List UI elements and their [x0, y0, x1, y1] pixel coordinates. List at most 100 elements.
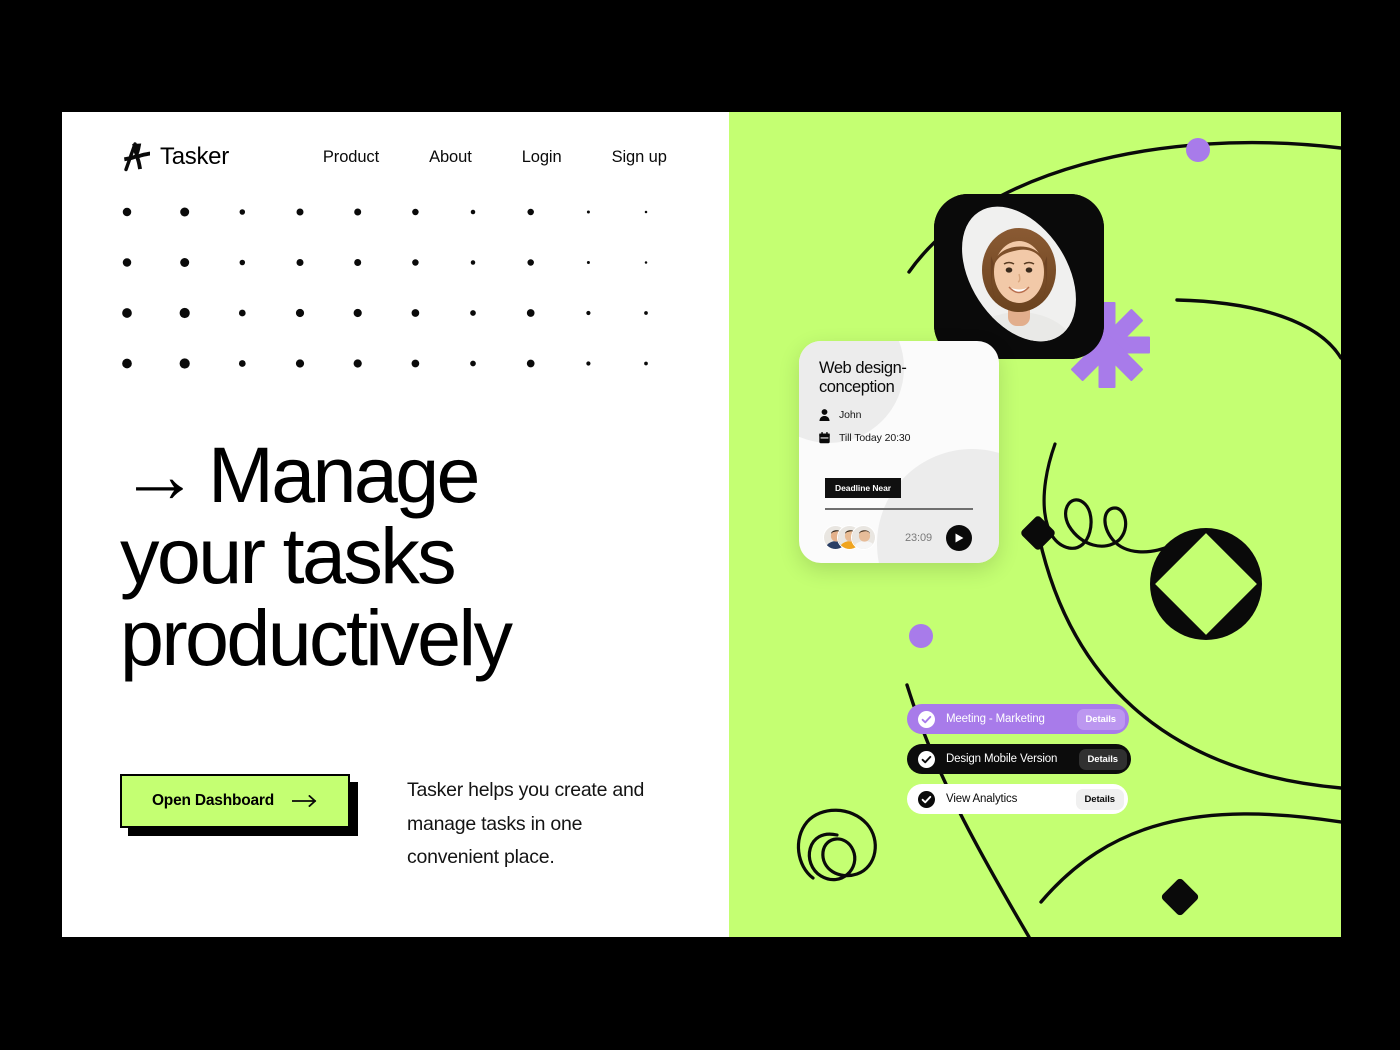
grid-dot	[238, 360, 246, 367]
black-diamond-node-lower	[1161, 878, 1199, 916]
task-list: Meeting - Marketing Details Design Mobil…	[907, 704, 1133, 824]
dot-grid-decoration	[122, 207, 648, 369]
grid-dot	[179, 358, 190, 369]
grid-dot	[295, 308, 305, 318]
cta-label: Open Dashboard	[151, 792, 275, 809]
grid-dot	[586, 310, 591, 316]
grid-dot	[586, 261, 590, 264]
grid-dot	[411, 309, 420, 317]
grid-dot	[526, 359, 535, 368]
details-button[interactable]: Details	[1075, 788, 1124, 810]
task-card-title: Web design- conception	[819, 359, 979, 398]
task-due-date: Till Today 20:30	[839, 431, 911, 444]
nav-link-product[interactable]: Product	[323, 148, 379, 167]
grid-dot	[411, 359, 420, 368]
page-root: Tasker Product About Login Sign up → Mana…	[0, 0, 1400, 1050]
grid-dot	[180, 258, 190, 267]
status-badge: Deadline Near	[825, 478, 902, 498]
heading-line-2: your tasks	[120, 511, 457, 601]
grid-dot	[526, 309, 535, 317]
grid-dot	[644, 210, 648, 214]
grid-dot	[586, 361, 591, 366]
details-button[interactable]: Details	[1076, 708, 1125, 730]
grid-dot	[122, 207, 132, 217]
check-circle-icon	[918, 790, 935, 808]
page-title: → Manage your tasks productively	[120, 434, 720, 678]
task-assignee: John	[839, 408, 862, 421]
task-title-line-1: Web design-	[819, 359, 907, 377]
grid-dot	[527, 208, 534, 216]
cta-row: Open Dashboard Tasker helps you create a…	[120, 774, 720, 875]
open-dashboard-button[interactable]: Open Dashboard	[120, 774, 350, 828]
nav-link-about[interactable]: About	[429, 148, 472, 167]
grid-dot	[122, 258, 132, 267]
card-divider	[825, 508, 973, 510]
top-navigation: Tasker Product About Login Sign up	[124, 142, 714, 172]
task-detail-card[interactable]: Web design- conception John Till Today 2…	[799, 341, 999, 563]
black-diamond-node-upper	[1021, 516, 1055, 550]
calendar-icon	[819, 431, 830, 443]
task-due-row: Till Today 20:30	[819, 431, 979, 444]
heading-arrow-icon: →	[120, 430, 199, 519]
grid-dot	[296, 208, 304, 216]
grid-dot	[354, 208, 362, 216]
grid-dot	[470, 360, 476, 367]
task-timer: 23:09	[905, 532, 933, 544]
heading-line-3: productively	[120, 592, 513, 682]
grid-dot	[412, 259, 419, 266]
task-card-body: Web design- conception John Till Today 2…	[799, 341, 999, 444]
person-icon	[819, 408, 830, 421]
grid-dot	[122, 308, 132, 318]
portrait-photo	[934, 194, 1104, 359]
grid-dot	[353, 308, 362, 318]
grid-dot	[296, 259, 304, 266]
task-row-label: Design Mobile Version	[946, 753, 1058, 765]
task-row-label: View Analytics	[946, 793, 1018, 805]
diamond-circle-icon	[1144, 522, 1268, 646]
purple-orbit-dot-top	[1186, 138, 1210, 162]
grid-dot	[295, 359, 305, 368]
task-row[interactable]: Design Mobile Version Details	[907, 744, 1131, 774]
arrow-right-icon	[292, 795, 317, 807]
grid-dot	[179, 307, 190, 319]
brand-name: Tasker	[160, 143, 229, 170]
grid-dot	[239, 259, 246, 266]
grid-dot	[412, 208, 419, 216]
task-title-line-2: conception	[819, 378, 895, 397]
cta-wrapper: Open Dashboard	[120, 774, 358, 836]
grid-dot	[180, 207, 190, 217]
play-icon	[955, 533, 963, 543]
orbit-arc-upper-right	[1175, 298, 1341, 360]
right-illustration-panel: Web design- conception John Till Today 2…	[729, 112, 1341, 937]
task-card-footer: 23:09	[823, 521, 978, 555]
nav-link-login[interactable]: Login	[522, 148, 562, 167]
details-button[interactable]: Details	[1078, 748, 1127, 770]
task-row[interactable]: Meeting - Marketing Details	[907, 704, 1129, 734]
brand-logo[interactable]: Tasker	[124, 142, 229, 172]
grid-dot	[527, 259, 534, 266]
hero-tagline: Tasker helps you create and manage tasks…	[407, 779, 645, 869]
task-assignee-row: John	[819, 409, 979, 421]
task-row[interactable]: View Analytics Details	[907, 784, 1128, 814]
grid-dot	[644, 311, 648, 315]
grid-dot	[644, 361, 648, 366]
nav-links: Product About Login Sign up	[323, 148, 667, 167]
grid-dot	[354, 259, 362, 266]
grid-dot	[238, 309, 246, 317]
grid-dot	[644, 261, 648, 264]
sparkle-icon	[124, 142, 150, 172]
task-row-label: Meeting - Marketing	[946, 713, 1045, 725]
check-circle-icon	[918, 750, 935, 768]
left-content-panel: Tasker Product About Login Sign up → Mana…	[62, 112, 729, 937]
grid-dot	[470, 310, 476, 316]
grid-dot	[470, 260, 476, 265]
avatar	[851, 525, 876, 550]
heading-line-1: Manage	[208, 430, 480, 519]
spiral-icon	[796, 808, 877, 882]
purple-orbit-dot-mid	[909, 624, 933, 648]
avatar-stack	[823, 525, 876, 551]
check-circle-icon	[918, 710, 935, 728]
nav-link-signup[interactable]: Sign up	[612, 148, 667, 167]
play-button[interactable]	[946, 525, 973, 551]
portrait-photo-card	[934, 194, 1104, 359]
